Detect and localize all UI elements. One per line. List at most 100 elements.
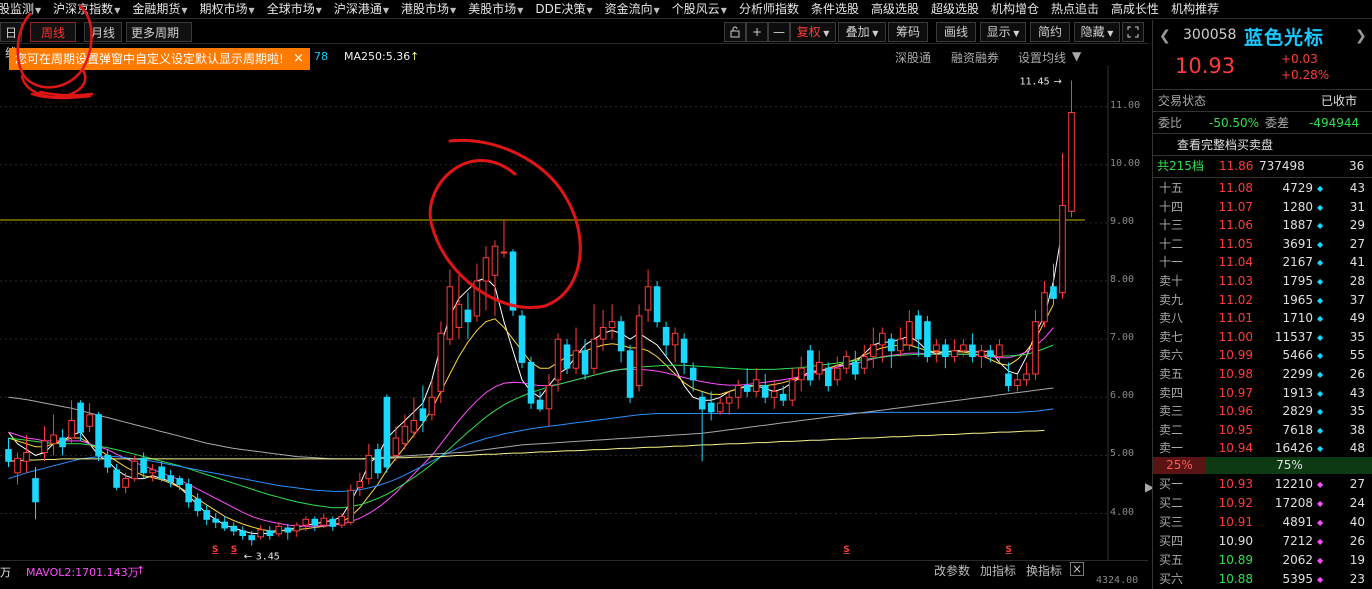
edit-params-link[interactable]: 改参数 [934, 562, 970, 579]
ask-row[interactable]: 卖十 11.03 1795 ◆ 28 [1153, 272, 1372, 291]
menu-item[interactable]: 沪深港通▼ [328, 0, 395, 18]
ask-row[interactable]: 卖九 11.02 1965 ◆ 37 [1153, 291, 1372, 310]
menu-item[interactable]: 机构推荐 [1165, 0, 1225, 18]
chevron-down-icon: ▼ [382, 5, 390, 15]
menu-item[interactable]: DDE决策▼ [529, 0, 598, 18]
bid-row[interactable]: 买五 10.89 2062 ◆ 19 [1153, 551, 1372, 570]
menu-item[interactable]: 金融期货▼ [126, 0, 193, 18]
ask-row[interactable]: 十三 11.06 1887 ◆ 29 [1153, 216, 1372, 235]
simple-mode-button[interactable]: 简约 [1030, 22, 1070, 42]
kline-chart[interactable]: 11.45 → ← 3.45 S S S S [0, 66, 1148, 560]
menu-item[interactable]: 全球市场▼ [261, 0, 328, 18]
ask-row[interactable]: 十二 11.05 3691 ◆ 27 [1153, 235, 1372, 254]
bid-row[interactable]: 买二 10.92 17208 ◆ 24 [1153, 494, 1372, 513]
ask-row[interactable]: 卖四 10.97 1913 ◆ 43 [1153, 384, 1372, 403]
candle-body [888, 338, 895, 352]
menu-item[interactable]: 期权市场▼ [194, 0, 261, 18]
candle-body [203, 510, 210, 520]
zoom-out-button[interactable]: — [768, 22, 790, 42]
close-icon[interactable]: × [1070, 562, 1084, 576]
more-periods-dropdown[interactable]: 更多周期 ▼ [126, 22, 192, 59]
draw-line-button[interactable]: 画线 [936, 22, 976, 42]
bid-row[interactable]: 买六 10.88 5395 ◆ 23 [1153, 570, 1372, 589]
menu-item[interactable]: 高级选股 [865, 0, 925, 18]
fullscreen-icon[interactable] [1122, 22, 1144, 42]
ask-row[interactable]: 卖一 10.94 16426 ◆ 48 [1153, 439, 1372, 458]
chevron-down-icon: ▼ [517, 5, 524, 15]
hk-connect-link[interactable]: 深股通 [895, 49, 931, 66]
set-ma-link[interactable]: 设置均线 [1018, 49, 1066, 66]
menu-item[interactable]: 美股市场▼ [462, 0, 529, 18]
display-dropdown[interactable]: 显示 ▼ [980, 22, 1026, 42]
ask-row[interactable]: 卖八 11.01 1710 ◆ 49 [1153, 309, 1372, 328]
candle-body [23, 452, 30, 462]
margin-trading-link[interactable]: 融资融券 [951, 49, 999, 66]
more-periods-label: 更多周期 [131, 26, 180, 40]
ask-row[interactable]: 卖七 11.00 11537 ◆ 35 [1153, 328, 1372, 347]
ask-row[interactable]: 卖五 10.98 2299 ◆ 26 [1153, 365, 1372, 384]
candle-body [644, 286, 652, 311]
candle-body [455, 303, 463, 329]
ask-count: 29 [1349, 218, 1365, 233]
menu-item[interactable]: 热点追击 [1045, 0, 1105, 18]
menu-item[interactable]: 港股市场▼ [395, 0, 462, 18]
period-month-button[interactable]: 月线 [84, 22, 122, 42]
full-orderbook-link[interactable]: 查看完整档买卖盘 [1153, 136, 1372, 154]
ask-row[interactable]: 十一 11.04 2167 ◆ 41 [1153, 253, 1372, 272]
bid-row[interactable]: 买三 10.91 4891 ◆ 40 [1153, 513, 1372, 532]
ask-row[interactable]: 十五 11.08 4729 ◆ 43 [1153, 179, 1372, 198]
ask-price: 11.08 [1218, 181, 1253, 195]
chevron-down-icon: ▼ [869, 29, 879, 38]
candle-body [86, 414, 93, 427]
diamond-icon: ◆ [1317, 277, 1324, 286]
quote-panel: ❮ 300058 蓝色光标 ❯ 10.93 +0.03 +0.28% 交易状态 … [1152, 20, 1372, 589]
hide-label: 隐藏 [1080, 25, 1105, 39]
menu-item[interactable]: 资金流向▼ [599, 0, 666, 18]
ask-row[interactable]: 卖二 10.95 7618 ◆ 38 [1153, 421, 1372, 440]
menu-item[interactable]: 机构增仓 [985, 0, 1045, 18]
menu-item[interactable]: 个股风云▼ [666, 0, 733, 18]
switch-indicator-link[interactable]: 换指标 [1026, 562, 1062, 579]
diamond-icon: ◆ [1317, 518, 1324, 527]
chips-button[interactable]: 筹码 [888, 22, 928, 42]
add-indicator-link[interactable]: 加指标 [980, 562, 1016, 579]
candle-body [239, 530, 246, 536]
bid-row[interactable]: 买四 10.90 7212 ◆ 26 [1153, 532, 1372, 551]
close-icon[interactable]: × [293, 48, 304, 70]
period-day-button[interactable]: 日线 [0, 22, 22, 60]
arrow-up-icon: ↑ [136, 564, 146, 577]
menu-item[interactable]: 沪深京指数▼ [47, 0, 126, 18]
next-stock-icon[interactable]: ❯ [1355, 28, 1367, 44]
arrow-right-icon: → [1053, 77, 1061, 88]
ask-row[interactable]: 卖三 10.96 2829 ◆ 35 [1153, 402, 1372, 421]
ask-volume: 1280 [1282, 199, 1313, 214]
diamond-icon: ◆ [1317, 370, 1324, 379]
fuquan-dropdown[interactable]: 复权 ▼ [790, 22, 836, 42]
menu-item[interactable]: 条件选股 [805, 0, 865, 18]
zoom-in-button[interactable]: + [746, 22, 768, 42]
candle-body [716, 402, 724, 413]
candle-body [1041, 292, 1048, 323]
chevron-down-icon[interactable]: ▼ [1072, 49, 1081, 63]
ask-count: 31 [1349, 199, 1365, 214]
candle-body [167, 475, 174, 483]
lock-icon[interactable] [724, 22, 746, 42]
diamond-icon: ◆ [1317, 480, 1324, 489]
candle-body [635, 315, 643, 387]
menu-item[interactable]: 分析师指数 [733, 0, 805, 18]
bid-row[interactable]: 买一 10.93 12210 ◆ 27 [1153, 475, 1372, 494]
ask-row[interactable]: 十四 11.07 1280 ◆ 31 [1153, 198, 1372, 217]
overlay-dropdown[interactable]: 叠加 ▼ [838, 22, 886, 42]
menu-item[interactable]: 股监测▼ [0, 0, 47, 18]
divider [1153, 177, 1372, 178]
ask-volume: 7618 [1282, 422, 1313, 437]
candle-body [536, 399, 544, 410]
prev-stock-icon[interactable]: ❮ [1159, 28, 1171, 44]
candle-body [608, 321, 616, 328]
hide-dropdown[interactable]: 隐藏 ▼ [1074, 22, 1120, 42]
menu-item[interactable]: 高成长性 [1105, 0, 1165, 18]
menu-item-label: 股监测 [0, 1, 35, 16]
menu-item[interactable]: 超级选股 [925, 0, 985, 18]
ask-row[interactable]: 卖六 10.99 5466 ◆ 55 [1153, 346, 1372, 365]
period-week-button[interactable]: 周线 [30, 22, 76, 42]
